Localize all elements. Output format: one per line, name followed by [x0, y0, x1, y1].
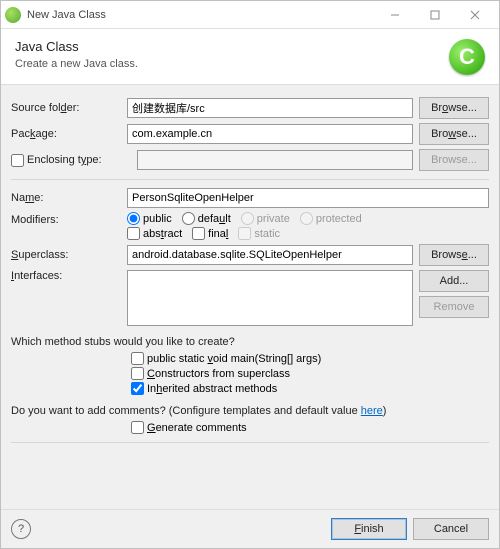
- maximize-button[interactable]: [415, 1, 455, 29]
- add-interface-button[interactable]: Add...: [419, 270, 489, 292]
- name-input[interactable]: [127, 188, 489, 208]
- stub-inherited-checkbox[interactable]: Inherited abstract methods: [131, 382, 479, 395]
- help-button[interactable]: ?: [11, 519, 31, 539]
- dialog-title: Java Class: [15, 39, 485, 54]
- app-icon: [5, 7, 21, 23]
- modifier-static-checkbox: static: [238, 227, 280, 240]
- interfaces-list[interactable]: [127, 270, 413, 326]
- class-icon: C: [449, 39, 485, 75]
- name-label: Name:: [11, 192, 121, 204]
- modifier-protected-radio: protected: [300, 212, 362, 225]
- separator: [11, 442, 489, 443]
- source-folder-label: Source folder:: [11, 102, 121, 114]
- remove-interface-button: Remove: [419, 296, 489, 318]
- superclass-input[interactable]: [127, 245, 413, 265]
- configure-templates-link[interactable]: here: [361, 405, 383, 417]
- interfaces-label: Interfaces:: [11, 270, 121, 282]
- browse-source-button[interactable]: Browse...: [419, 97, 489, 119]
- browse-superclass-button[interactable]: Browse...: [419, 244, 489, 266]
- superclass-label: Superclass:: [11, 249, 121, 261]
- enclosing-type-checkbox[interactable]: Enclosing type:: [11, 154, 121, 167]
- modifier-default-radio[interactable]: default: [182, 212, 231, 225]
- modifier-final-checkbox[interactable]: final: [192, 227, 228, 240]
- modifier-abstract-checkbox[interactable]: abstract: [127, 227, 182, 240]
- dialog-subtitle: Create a new Java class.: [15, 58, 485, 70]
- browse-enclosing-button: Browse...: [419, 149, 489, 171]
- package-input[interactable]: [127, 124, 413, 144]
- finish-button[interactable]: Finish: [331, 518, 407, 540]
- modifier-private-radio: private: [241, 212, 290, 225]
- separator: [11, 179, 489, 180]
- modifier-public-radio[interactable]: public: [127, 212, 172, 225]
- stub-constructors-checkbox[interactable]: Constructors from superclass: [131, 367, 479, 380]
- comments-question: Do you want to add comments? (Configure …: [11, 405, 489, 417]
- package-label: Package:: [11, 128, 121, 140]
- generate-comments-checkbox[interactable]: Generate comments: [131, 421, 479, 434]
- window-title: New Java Class: [27, 9, 375, 21]
- modifiers-label: Modifiers:: [11, 212, 121, 226]
- method-stubs-question: Which method stubs would you like to cre…: [11, 336, 489, 348]
- stub-main-checkbox[interactable]: public static void main(String[] args): [131, 352, 479, 365]
- enclosing-type-input: [137, 150, 413, 170]
- close-button[interactable]: [455, 1, 495, 29]
- titlebar: New Java Class: [1, 1, 499, 29]
- dialog-header: Java Class Create a new Java class. C: [1, 29, 499, 85]
- cancel-button[interactable]: Cancel: [413, 518, 489, 540]
- source-folder-input[interactable]: [127, 98, 413, 118]
- minimize-button[interactable]: [375, 1, 415, 29]
- browse-package-button[interactable]: Browse...: [419, 123, 489, 145]
